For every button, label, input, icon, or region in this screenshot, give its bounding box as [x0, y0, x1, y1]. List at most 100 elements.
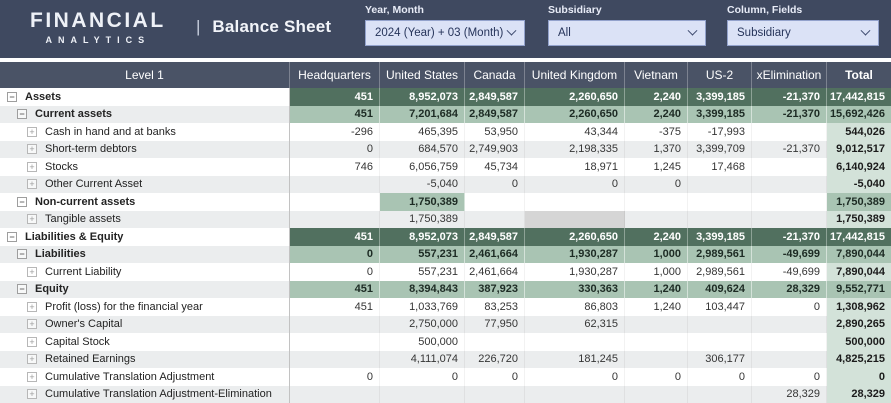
cell-canada[interactable]: 2,749,903: [465, 141, 525, 159]
cell-total[interactable]: 2,890,265: [827, 316, 891, 334]
cell-united-states[interactable]: 6,056,759: [380, 158, 465, 176]
cell-us-2[interactable]: [688, 211, 752, 229]
cell-united-kingdom[interactable]: 18,971: [525, 158, 625, 176]
cell-united-kingdom[interactable]: [525, 193, 625, 211]
cell-united-states[interactable]: 684,570: [380, 141, 465, 159]
row-label-cell[interactable]: +Profit (loss) for the financial year: [0, 298, 290, 316]
cell-canada[interactable]: 45,734: [465, 158, 525, 176]
cell-xelimination[interactable]: 28,329: [752, 281, 827, 299]
cell-united-kingdom[interactable]: 1,930,287: [525, 263, 625, 281]
cell-vietnam[interactable]: [625, 211, 688, 229]
cell-canada[interactable]: 53,950: [465, 123, 525, 141]
row-label-cell[interactable]: +Short-term debtors: [0, 141, 290, 159]
cell-united-kingdom[interactable]: 43,344: [525, 123, 625, 141]
cell-us-2[interactable]: 409,624: [688, 281, 752, 299]
expand-icon[interactable]: +: [27, 144, 37, 154]
row-label-cell[interactable]: −Liabilities: [0, 246, 290, 264]
cell-us-2[interactable]: 3,399,185: [688, 106, 752, 124]
cell-total[interactable]: 28,329: [827, 386, 891, 403]
cell-headquarters[interactable]: 0: [290, 246, 380, 264]
cell-xelimination[interactable]: [752, 211, 827, 229]
collapse-icon[interactable]: −: [17, 109, 27, 119]
cell-headquarters[interactable]: [290, 333, 380, 351]
cell-us-2[interactable]: 3,399,709: [688, 141, 752, 159]
cell-us-2[interactable]: 0: [688, 368, 752, 386]
cell-canada[interactable]: 0: [465, 176, 525, 194]
cell-us-2[interactable]: [688, 386, 752, 403]
cell-total[interactable]: -5,040: [827, 176, 891, 194]
row-label-cell[interactable]: +Capital Stock: [0, 333, 290, 351]
cell-united-kingdom[interactable]: [525, 386, 625, 403]
cell-united-states[interactable]: 7,201,684: [380, 106, 465, 124]
cell-vietnam[interactable]: [625, 386, 688, 403]
cell-headquarters[interactable]: [290, 351, 380, 369]
expand-icon[interactable]: +: [27, 179, 37, 189]
cell-total[interactable]: 0: [827, 368, 891, 386]
cell-canada[interactable]: 226,720: [465, 351, 525, 369]
cell-vietnam[interactable]: [625, 316, 688, 334]
row-label-cell[interactable]: −Equity: [0, 281, 290, 299]
cell-vietnam[interactable]: 0: [625, 368, 688, 386]
cell-headquarters[interactable]: [290, 176, 380, 194]
row-label-cell[interactable]: +Cash in hand and at banks: [0, 123, 290, 141]
cell-xelimination[interactable]: 28,329: [752, 386, 827, 403]
cell-canada[interactable]: 2,849,587: [465, 228, 525, 246]
expand-icon[interactable]: +: [27, 337, 37, 347]
cell-headquarters[interactable]: 451: [290, 298, 380, 316]
expand-icon[interactable]: +: [27, 354, 37, 364]
cell-us-2[interactable]: 2,989,561: [688, 263, 752, 281]
cell-canada[interactable]: [465, 386, 525, 403]
cell-total[interactable]: 7,890,044: [827, 246, 891, 264]
collapse-icon[interactable]: −: [7, 92, 17, 102]
cell-united-kingdom[interactable]: 86,803: [525, 298, 625, 316]
cell-canada[interactable]: [465, 193, 525, 211]
cell-total[interactable]: 9,012,517: [827, 141, 891, 159]
cell-us-2[interactable]: [688, 316, 752, 334]
cell-vietnam[interactable]: 1,000: [625, 246, 688, 264]
row-label-cell[interactable]: −Liabilities & Equity: [0, 228, 290, 246]
cell-united-kingdom[interactable]: 2,260,650: [525, 106, 625, 124]
cell-vietnam[interactable]: [625, 193, 688, 211]
expand-icon[interactable]: +: [27, 127, 37, 137]
row-label-cell[interactable]: +Owner's Capital: [0, 316, 290, 334]
filter-column-fields-select[interactable]: Subsidiary: [727, 20, 879, 46]
expand-icon[interactable]: +: [27, 389, 37, 399]
cell-us-2[interactable]: [688, 333, 752, 351]
cell-vietnam[interactable]: 1,240: [625, 281, 688, 299]
cell-vietnam[interactable]: 2,240: [625, 228, 688, 246]
expand-icon[interactable]: +: [27, 267, 37, 277]
cell-us-2[interactable]: 103,447: [688, 298, 752, 316]
cell-headquarters[interactable]: 746: [290, 158, 380, 176]
cell-canada[interactable]: [465, 333, 525, 351]
cell-headquarters[interactable]: 0: [290, 263, 380, 281]
cell-headquarters[interactable]: 451: [290, 281, 380, 299]
cell-united-states[interactable]: 8,952,073: [380, 228, 465, 246]
cell-united-kingdom[interactable]: 2,198,335: [525, 141, 625, 159]
cell-xelimination[interactable]: [752, 333, 827, 351]
cell-canada[interactable]: 77,950: [465, 316, 525, 334]
cell-united-kingdom[interactable]: 181,245: [525, 351, 625, 369]
expand-icon[interactable]: +: [27, 372, 37, 382]
cell-united-kingdom[interactable]: 62,315: [525, 316, 625, 334]
cell-vietnam[interactable]: 2,240: [625, 88, 688, 106]
cell-vietnam[interactable]: [625, 351, 688, 369]
cell-us-2[interactable]: 2,989,561: [688, 246, 752, 264]
cell-vietnam[interactable]: 1,370: [625, 141, 688, 159]
filter-year-month-select[interactable]: 2024 (Year) + 03 (Month): [365, 20, 525, 46]
cell-canada[interactable]: 2,849,587: [465, 106, 525, 124]
cell-canada[interactable]: 2,461,664: [465, 246, 525, 264]
filter-subsidiary-select[interactable]: All: [548, 20, 706, 46]
cell-total[interactable]: 6,140,924: [827, 158, 891, 176]
cell-vietnam[interactable]: 1,240: [625, 298, 688, 316]
row-label-cell[interactable]: −Non-current assets: [0, 193, 290, 211]
cell-united-states[interactable]: 2,750,000: [380, 316, 465, 334]
cell-headquarters[interactable]: [290, 386, 380, 403]
cell-canada[interactable]: 2,461,664: [465, 263, 525, 281]
cell-xelimination[interactable]: [752, 123, 827, 141]
cell-headquarters[interactable]: 0: [290, 368, 380, 386]
cell-xelimination[interactable]: 0: [752, 298, 827, 316]
row-label-cell[interactable]: −Assets: [0, 88, 290, 106]
cell-united-states[interactable]: 8,394,843: [380, 281, 465, 299]
cell-headquarters[interactable]: [290, 211, 380, 229]
cell-xelimination[interactable]: -49,699: [752, 263, 827, 281]
